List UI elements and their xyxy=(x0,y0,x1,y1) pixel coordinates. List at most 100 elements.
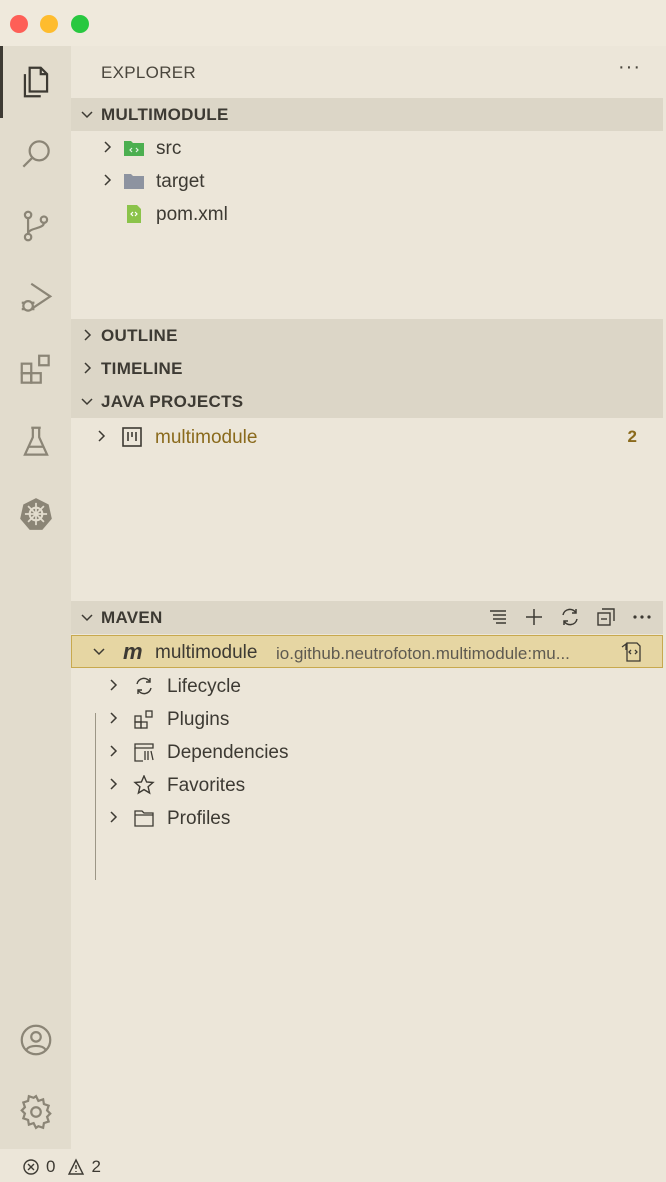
maven-dependencies-item[interactable]: Dependencies xyxy=(71,735,663,768)
chevron-right-icon xyxy=(110,745,118,757)
search-icon xyxy=(22,140,50,168)
section-label: JAVA PROJECTS xyxy=(101,392,244,411)
activity-bar xyxy=(0,46,71,1149)
xml-file-icon xyxy=(127,205,141,223)
section-label: MAVEN xyxy=(101,608,163,627)
chevron-right-icon xyxy=(84,362,92,374)
activity-source-control[interactable] xyxy=(0,190,71,262)
extensions-icon xyxy=(20,354,50,384)
tree-item-label: Dependencies xyxy=(167,742,289,763)
tree-item-pom[interactable]: pom.xml xyxy=(71,197,663,230)
add-icon xyxy=(526,609,542,625)
chevron-right-icon xyxy=(84,329,92,341)
warning-icon xyxy=(68,1158,85,1175)
refresh-button[interactable] xyxy=(557,605,583,629)
activity-extensions[interactable] xyxy=(0,334,71,406)
section-timeline[interactable]: TIMELINE xyxy=(71,352,663,385)
add-button[interactable] xyxy=(521,605,547,629)
star-icon xyxy=(133,775,155,795)
refresh-icon xyxy=(562,608,578,626)
section-outline[interactable]: OUTLINE xyxy=(71,319,663,352)
more-icon xyxy=(633,615,651,619)
warning-count: 2 xyxy=(91,1157,101,1176)
tree-item-label: Lifecycle xyxy=(167,676,241,697)
section-label: TIMELINE xyxy=(101,359,183,378)
sidebar-header: EXPLORER ··· xyxy=(71,46,663,98)
error-count: 0 xyxy=(46,1157,56,1176)
java-project-label: multimodule xyxy=(155,427,258,448)
chevron-down-icon xyxy=(81,398,93,406)
list-flat-button[interactable] xyxy=(485,605,511,629)
section-label: OUTLINE xyxy=(101,326,178,345)
chevron-right-icon xyxy=(110,712,118,724)
extensions-icon xyxy=(134,710,153,729)
chevron-down-icon xyxy=(81,614,93,622)
section-java-projects[interactable]: JAVA PROJECTS xyxy=(71,385,663,418)
activity-accounts[interactable] xyxy=(0,1004,71,1076)
activity-testing[interactable] xyxy=(0,406,71,478)
activity-explorer[interactable] xyxy=(0,46,71,118)
tree-item-label: target xyxy=(156,171,205,192)
more-button[interactable] xyxy=(629,605,655,629)
java-project-item[interactable]: multimodule 2 xyxy=(71,420,663,453)
open-pom-icon[interactable] xyxy=(619,641,643,663)
explorer-sidebar: EXPLORER ··· MULTIMODULE src target pom.… xyxy=(71,46,663,1149)
maven-m-icon: m xyxy=(123,639,143,664)
beaker-icon xyxy=(22,426,49,456)
library-icon xyxy=(134,743,154,762)
source-control-icon xyxy=(23,210,48,242)
chevron-down-icon xyxy=(81,111,93,119)
vscode-window: EXPLORER ··· MULTIMODULE src target pom.… xyxy=(0,0,666,1182)
status-bar: 0 2 xyxy=(0,1149,666,1182)
section-workspace[interactable]: MULTIMODULE xyxy=(71,98,663,131)
kubernetes-icon xyxy=(19,498,52,530)
maven-project-item[interactable]: m multimodule io.github.neutrofoton.mult… xyxy=(71,635,663,668)
more-actions-icon[interactable]: ··· xyxy=(618,56,641,79)
list-flat-icon xyxy=(490,610,506,624)
chevron-right-icon xyxy=(110,811,118,823)
folder-icon xyxy=(124,174,144,189)
gear-icon xyxy=(19,1094,52,1130)
sidebar-title: EXPLORER xyxy=(101,63,196,82)
activity-run-debug[interactable] xyxy=(0,262,71,334)
account-icon xyxy=(20,1024,51,1056)
maven-project-description: io.github.neutrofoton.multimodule:mu... xyxy=(276,644,570,663)
maven-toolbar xyxy=(485,605,655,629)
zoom-window-button[interactable] xyxy=(71,15,89,33)
minimize-window-button[interactable] xyxy=(40,15,58,33)
tree-item-label: src xyxy=(156,138,182,159)
maven-plugins-item[interactable]: Plugins xyxy=(71,702,663,735)
chevron-down-icon xyxy=(93,648,105,656)
tree-item-target[interactable]: target xyxy=(71,164,663,197)
chevron-right-icon xyxy=(104,141,112,153)
section-maven[interactable]: MAVEN xyxy=(71,601,663,634)
tree-item-label: Plugins xyxy=(167,709,230,730)
collapse-all-button[interactable] xyxy=(593,605,619,629)
problem-count-badge: 2 xyxy=(627,427,637,446)
title-bar xyxy=(0,0,666,46)
java-project-icon xyxy=(122,427,142,447)
run-debug-icon xyxy=(21,282,52,312)
maven-profiles-item[interactable]: Profiles xyxy=(71,801,663,834)
activity-kubernetes[interactable] xyxy=(0,478,71,550)
error-icon xyxy=(23,1159,39,1175)
maven-lifecycle-item[interactable]: Lifecycle xyxy=(71,669,663,702)
maven-project-label: multimodule xyxy=(155,642,258,663)
tree-item-label: pom.xml xyxy=(156,204,228,225)
close-window-button[interactable] xyxy=(10,15,28,33)
refresh-icon xyxy=(136,677,152,695)
activity-search[interactable] xyxy=(0,118,71,190)
chevron-right-icon xyxy=(98,430,106,442)
folder-src-icon xyxy=(124,141,144,156)
tree-item-label: Profiles xyxy=(167,808,231,829)
folder-outline-icon xyxy=(134,810,154,827)
section-label: MULTIMODULE xyxy=(101,105,229,124)
activity-manage[interactable] xyxy=(0,1076,71,1148)
tree-item-label: Favorites xyxy=(167,775,246,796)
tree-item-src[interactable]: src xyxy=(71,131,663,164)
chevron-right-icon xyxy=(104,174,112,186)
maven-favorites-item[interactable]: Favorites xyxy=(71,768,663,801)
chevron-right-icon xyxy=(110,679,118,691)
files-icon xyxy=(23,66,48,98)
problems-status[interactable]: 0 2 xyxy=(22,1157,101,1177)
